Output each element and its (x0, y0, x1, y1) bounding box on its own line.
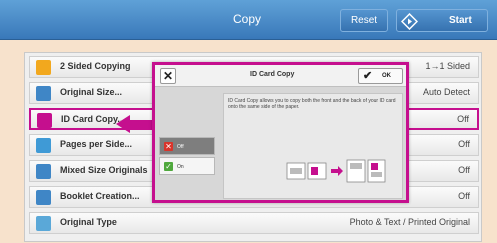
feature-value: Auto Detect (422, 87, 470, 97)
start-diamond-icon (401, 13, 418, 30)
page-title: Copy (232, 12, 261, 26)
mixed-size-icon (36, 164, 51, 179)
dialog-title: ID Card Copy (250, 71, 295, 78)
start-button[interactable]: Start (396, 9, 488, 32)
reset-button[interactable]: Reset (340, 9, 388, 32)
feature-label: Booklet Creation... (60, 191, 140, 201)
feature-label: Original Type (60, 217, 117, 227)
feature-value: Off (457, 114, 469, 124)
id-card-icon (37, 113, 52, 128)
feature-value: Off (458, 165, 470, 175)
ok-label: OK (382, 73, 391, 79)
feature-row-original-type[interactable]: Original Type Photo & Text / Printed Ori… (29, 212, 479, 234)
booklet-icon (36, 190, 51, 205)
original-size-icon (36, 86, 51, 101)
close-icon: ✕ (162, 69, 174, 83)
feature-label: 2 Sided Copying (60, 61, 131, 71)
feature-value: Photo & Text / Printed Original (349, 217, 470, 227)
header-bar: Copy Reset Start (0, 0, 497, 40)
off-x-icon: ✕ (164, 142, 173, 151)
feature-value: Off (458, 191, 470, 201)
id-card-illustration-icon (286, 159, 386, 183)
feature-value: 1→1 Sided (425, 61, 470, 71)
feature-label: Mixed Size Originals (60, 165, 148, 175)
feature-label: Pages per Side... (60, 139, 133, 149)
start-label: Start (449, 15, 472, 26)
feature-label: Original Size... (60, 87, 123, 97)
check-icon: ✔ (363, 70, 373, 82)
feature-value: Off (458, 139, 470, 149)
pages-per-side-icon (36, 138, 51, 153)
option-list: ✕ Off ✓ On (159, 137, 215, 177)
ok-button[interactable]: ✔ OK (358, 68, 403, 84)
option-on[interactable]: ✓ On (159, 157, 215, 175)
close-button[interactable]: ✕ (160, 68, 176, 84)
original-type-icon (36, 216, 51, 231)
option-label: Off (177, 144, 184, 150)
id-card-copy-dialog: ✕ ID Card Copy ✔ OK ✕ Off ✓ On ID Card C… (152, 62, 409, 203)
on-check-icon: ✓ (164, 162, 173, 171)
description-panel: ID Card Copy allows you to copy both the… (223, 93, 403, 199)
option-label: On (177, 164, 184, 170)
option-off[interactable]: ✕ Off (159, 137, 215, 155)
dialog-header: ✕ ID Card Copy ✔ OK (155, 65, 406, 87)
description-text: ID Card Copy allows you to copy both the… (228, 98, 396, 110)
two-sided-icon (36, 60, 51, 75)
